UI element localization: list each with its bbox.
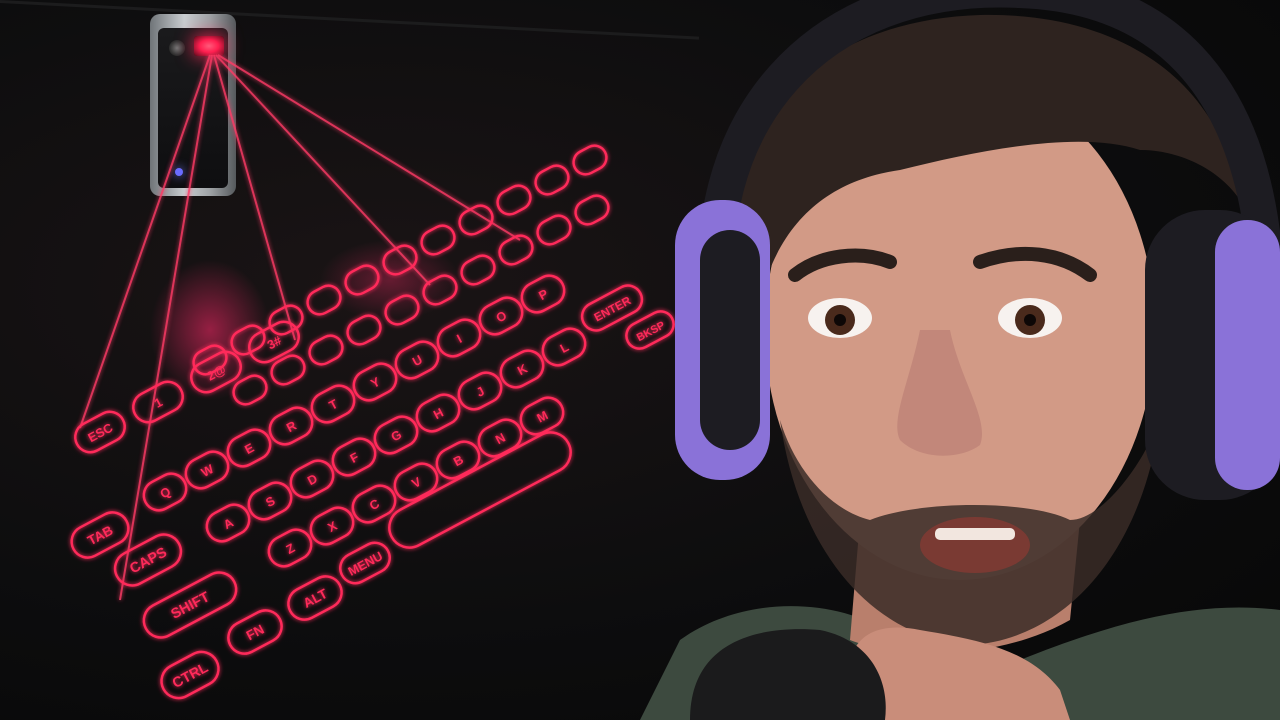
key-z-0: Z <box>267 528 313 568</box>
right-pupil <box>1024 314 1036 326</box>
svg-text:L: L <box>558 340 572 356</box>
scene: ESC 1 2@ 3# Q W E R T Y U I O P A S D F G H J K L Z X C V B N M TAB CAP… <box>0 0 1280 720</box>
svg-text:FN: FN <box>244 622 267 644</box>
svg-text:A: A <box>221 516 236 533</box>
key-top-7 <box>458 204 494 236</box>
key-q-8: O <box>478 296 524 336</box>
mouth <box>920 517 1030 573</box>
svg-text:W: W <box>199 462 216 480</box>
key-bottom-1: ALT <box>287 575 343 621</box>
svg-text:S: S <box>263 494 277 510</box>
svg-text:I: I <box>455 332 465 346</box>
laser-beams <box>79 54 521 601</box>
svg-text:X: X <box>325 518 340 535</box>
key-z-3: V <box>393 462 439 502</box>
teeth <box>935 528 1015 540</box>
svg-text:Y: Y <box>368 374 383 391</box>
key-q-4: T <box>310 384 356 424</box>
svg-text:Z: Z <box>284 541 298 557</box>
key-z-4: B <box>435 440 481 480</box>
key-0: ESC <box>74 410 126 454</box>
key-bottom-0: FN <box>227 609 283 655</box>
key-z-6: M <box>519 396 565 436</box>
key-q-1: W <box>184 450 230 490</box>
key-q-2: E <box>226 428 272 468</box>
svg-text:J: J <box>474 384 487 400</box>
svg-text:U: U <box>410 353 425 370</box>
key-a-3: F <box>331 437 377 477</box>
key-q-6: U <box>394 340 440 380</box>
key-left-2: SHIFT <box>142 571 238 639</box>
key-top-8 <box>496 184 532 216</box>
key-a-6: J <box>457 371 503 411</box>
key-top-2 <box>268 304 304 336</box>
key-z-1: X <box>309 506 355 546</box>
svg-text:N: N <box>493 431 508 448</box>
key-a-2: D <box>289 459 335 499</box>
key-bottom-2: MENU <box>339 541 391 585</box>
svg-text:V: V <box>409 474 424 491</box>
svg-text:O: O <box>494 308 509 325</box>
svg-text:ALT: ALT <box>301 586 331 611</box>
key-left-3: CTRL <box>160 650 220 700</box>
key-top-9 <box>534 164 570 196</box>
key-q-7: I <box>436 318 482 358</box>
svg-text:K: K <box>515 362 530 379</box>
svg-text:P: P <box>536 287 550 303</box>
svg-text:T: T <box>327 397 341 413</box>
key-q-5: Y <box>352 362 398 402</box>
svg-text:ESC: ESC <box>86 421 115 446</box>
left-pupil <box>834 314 846 326</box>
key-num-7 <box>498 234 534 266</box>
key-num-1 <box>270 354 306 386</box>
key-num-2 <box>308 334 344 366</box>
key-z-5: N <box>477 418 523 458</box>
key-z-2: C <box>351 484 397 524</box>
key-a-7: K <box>499 349 545 389</box>
svg-text:D: D <box>305 472 320 489</box>
key-a-5: H <box>415 393 461 433</box>
key-q-0: Q <box>142 472 188 512</box>
key-q-9: P <box>520 274 566 314</box>
left-earcup-pad <box>700 230 760 450</box>
svg-text:E: E <box>242 441 256 457</box>
svg-text:Q: Q <box>158 484 173 501</box>
right-earcup-shell <box>1215 220 1280 490</box>
key-a-1: S <box>247 481 293 521</box>
svg-text:B: B <box>451 453 466 470</box>
svg-text:R: R <box>284 419 299 436</box>
svg-text:H: H <box>431 406 446 423</box>
svg-text:TAB: TAB <box>85 522 116 548</box>
svg-text:G: G <box>389 427 404 444</box>
key-q-3: R <box>268 406 314 446</box>
key-num-8 <box>536 214 572 246</box>
key-a-4: G <box>373 415 419 455</box>
key-a-8: L <box>541 327 587 367</box>
key-group: ESC12@3#QWERTYUIOPASDFGHJKLZXCVBNMTABCAP… <box>70 144 675 700</box>
key-num-6 <box>460 254 496 286</box>
svg-text:F: F <box>348 450 362 466</box>
svg-text:C: C <box>367 497 382 514</box>
svg-text:M: M <box>535 408 551 425</box>
reaction-person <box>640 0 1280 720</box>
key-a-0: A <box>205 503 251 543</box>
key-left-1: CAPS <box>113 533 183 587</box>
svg-text:1: 1 <box>152 395 165 411</box>
